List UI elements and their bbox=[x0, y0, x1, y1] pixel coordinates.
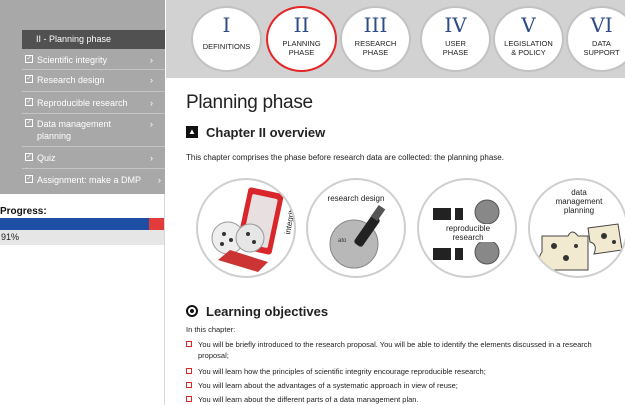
sidebar-item-label: Quiz bbox=[37, 153, 56, 163]
chapter-tab-planning-phase[interactable]: II PLANNING PHASE bbox=[266, 6, 337, 72]
bullet-icon bbox=[186, 341, 192, 347]
list-item: You will be briefly introduced to the re… bbox=[186, 339, 616, 361]
svg-text:ato: ato bbox=[338, 238, 347, 244]
learning-objectives-heading: Learning objectives bbox=[206, 304, 329, 319]
checkbox-icon: ✓ bbox=[25, 153, 33, 161]
bullet-icon bbox=[186, 382, 192, 388]
sidebar-item-label: Research design bbox=[37, 75, 105, 85]
chapter-numeral: IV bbox=[444, 13, 467, 37]
target-icon bbox=[186, 305, 198, 317]
circle-label-research-design: research design bbox=[327, 194, 385, 203]
arrow-up-box-icon: ▲ bbox=[186, 126, 198, 138]
divider bbox=[22, 146, 165, 147]
chapter-name: DEFINITIONS bbox=[202, 42, 251, 51]
topic-circle-integrity[interactable]: integrity bbox=[196, 178, 296, 278]
chapter-name: DATA SUPPORT bbox=[583, 39, 620, 57]
chapter-tab-data-support[interactable]: VI DATA SUPPORT bbox=[566, 6, 625, 72]
chevron-right-icon: › bbox=[150, 153, 153, 163]
sidebar-title[interactable]: II - Planning phase bbox=[22, 30, 165, 49]
divider bbox=[22, 168, 165, 169]
sidebar-item-label: Data management planning bbox=[37, 119, 112, 141]
page-title: Planning phase bbox=[186, 92, 313, 113]
progress-label: Progress: bbox=[0, 206, 47, 217]
chapter-tab-legislation-policy[interactable]: V LEGISLATION & POLICY bbox=[493, 6, 564, 72]
chapter-name: RESEARCH PHASE bbox=[354, 39, 397, 57]
progress-bar bbox=[0, 218, 164, 230]
integrity-illustration bbox=[211, 187, 284, 272]
progress-area: 91% bbox=[0, 230, 164, 245]
chapter-numeral: II bbox=[293, 13, 310, 37]
chevron-right-icon: › bbox=[150, 98, 153, 108]
checkbox-icon: ✓ bbox=[25, 119, 33, 127]
sidebar-item-label: Assignment: make a DMP bbox=[37, 175, 142, 185]
chapter-tab-user-phase[interactable]: IV USER PHASE bbox=[420, 6, 491, 72]
sidebar-item-label: Reproducible research bbox=[37, 98, 128, 108]
chapter-overview-text: This chapter comprises the phase before … bbox=[186, 153, 504, 162]
chapter-numeral: III bbox=[363, 13, 388, 37]
chapter-name: USER PHASE bbox=[442, 39, 469, 57]
chapter-name: PLANNING PHASE bbox=[282, 39, 321, 57]
divider bbox=[22, 113, 165, 114]
chapter-tab-research-phase[interactable]: III RESEARCH PHASE bbox=[340, 6, 411, 72]
list-item: You will learn how the principles of sci… bbox=[186, 366, 616, 377]
checkbox-icon: ✓ bbox=[25, 75, 33, 83]
chapter-name: LEGISLATION & POLICY bbox=[504, 39, 553, 57]
chevron-right-icon: › bbox=[158, 175, 161, 185]
topic-circle-data-management-planning[interactable]: data management planning bbox=[528, 178, 625, 278]
topic-circle-reproducible-research[interactable]: reproducible research bbox=[417, 178, 517, 278]
objective-text: You will learn how the principles of sci… bbox=[198, 367, 486, 376]
chapter-numeral: VI bbox=[590, 13, 613, 37]
chevron-right-icon: › bbox=[150, 55, 153, 65]
chapter-tab-definitions[interactable]: I DEFINITIONS bbox=[191, 6, 262, 72]
divider bbox=[22, 69, 165, 70]
sidebar-menu: II - Planning phase ✓ Scientific integri… bbox=[0, 0, 165, 194]
bullet-icon bbox=[186, 396, 192, 402]
list-item: You will learn about the different parts… bbox=[186, 394, 616, 405]
chevron-right-icon: › bbox=[150, 75, 153, 85]
divider bbox=[22, 91, 165, 92]
progress-bar-fill bbox=[0, 218, 149, 230]
progress-value: 91% bbox=[1, 232, 20, 242]
bullet-icon bbox=[186, 368, 192, 374]
objective-text: You will learn about the advantages of a… bbox=[198, 381, 458, 390]
chapter-overview-heading: Chapter II overview bbox=[206, 125, 326, 140]
chapter-nav: I DEFINITIONS II PLANNING PHASE III RESE… bbox=[166, 0, 625, 78]
chapter-numeral: I bbox=[222, 13, 231, 37]
objective-text: You will be briefly introduced to the re… bbox=[198, 340, 592, 360]
sidebar-item-label: Scientific integrity bbox=[37, 55, 108, 65]
checkbox-icon: ✓ bbox=[25, 98, 33, 106]
checkbox-icon: ✓ bbox=[25, 175, 33, 183]
list-item: You will learn about the advantages of a… bbox=[186, 380, 616, 391]
main-content: Planning phase ▲ Chapter II overview Thi… bbox=[166, 78, 625, 405]
sidebar: II - Planning phase ✓ Scientific integri… bbox=[0, 0, 165, 405]
circle-label-data-management-planning: data management planning bbox=[555, 188, 603, 215]
learning-objectives-intro: In this chapter: bbox=[186, 325, 236, 334]
chevron-right-icon: › bbox=[150, 119, 153, 129]
objective-text: You will learn about the different parts… bbox=[198, 395, 419, 404]
checkbox-icon: ✓ bbox=[25, 55, 33, 63]
chapter-numeral: V bbox=[521, 13, 536, 37]
circle-label-reproducible-research: reproducible research bbox=[427, 224, 509, 242]
topic-circle-research-design[interactable]: research design ato bbox=[306, 178, 406, 278]
